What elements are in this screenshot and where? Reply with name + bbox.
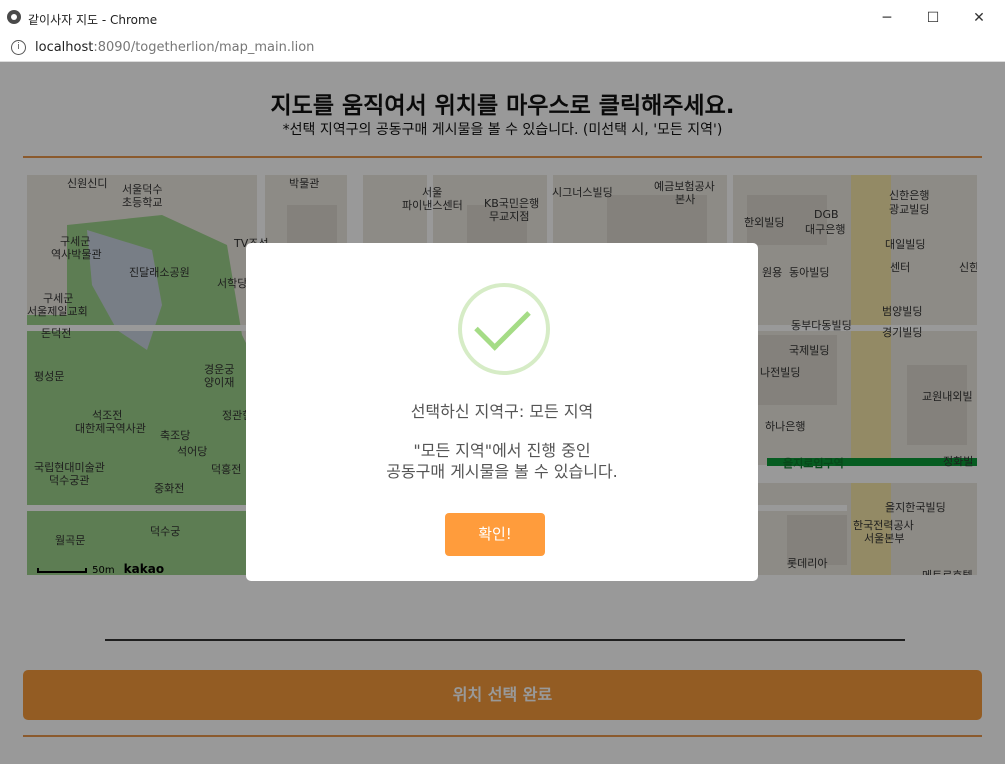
close-icon: ✕ <box>973 10 985 26</box>
confirm-button[interactable]: 확인! <box>445 513 545 556</box>
success-check-icon <box>458 283 550 375</box>
url-path: :8090/togetherlion/map_main.lion <box>93 40 315 55</box>
modal-message-line1: "모든 지역"에서 진행 중인 <box>413 441 591 460</box>
info-icon[interactable]: i <box>11 40 26 55</box>
modal-message-line2: 공동구매 게시물을 볼 수 있습니다. <box>386 462 618 481</box>
maximize-icon: ☐ <box>926 10 940 26</box>
window-title: 같이사자 지도 - Chrome <box>28 13 158 27</box>
minimize-icon: ─ <box>882 10 892 26</box>
modal-message: "모든 지역"에서 진행 중인 공동구매 게시물을 볼 수 있습니다. <box>246 440 758 482</box>
minimize-button[interactable]: ─ <box>864 0 910 36</box>
chrome-app-icon <box>7 10 21 24</box>
close-button[interactable]: ✕ <box>956 0 1002 36</box>
modal-title: 선택하신 지역구: 모든 지역 <box>410 402 594 421</box>
alert-modal: 선택하신 지역구: 모든 지역 "모든 지역"에서 진행 중인 공동구매 게시물… <box>246 243 758 581</box>
browser-titlebar: 같이사자 지도 - Chrome ─ ☐ ✕ <box>0 0 1005 36</box>
url-host: localhost <box>35 40 94 55</box>
maximize-button[interactable]: ☐ <box>910 0 956 36</box>
url-text[interactable]: localhost:8090/togetherlion/map_main.lio… <box>35 40 314 55</box>
address-bar[interactable]: i localhost:8090/togetherlion/map_main.l… <box>0 36 1005 62</box>
